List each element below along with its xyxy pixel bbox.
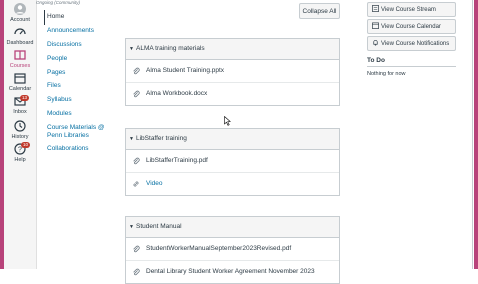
link-icon [133, 181, 139, 187]
attachment-icon [133, 157, 140, 165]
course-term: Ongoing (Community) [36, 0, 81, 5]
module-title: ALMA training materials [136, 45, 205, 52]
calendar-icon [372, 22, 379, 29]
global-nav-label: Account [10, 17, 30, 23]
view-course-calendar-button[interactable]: View Course Calendar [367, 19, 456, 34]
courses-icon [14, 50, 26, 60]
module-header[interactable]: ▼ Student Manual [126, 217, 339, 238]
account-icon [14, 3, 26, 15]
caret-down-icon: ▼ [129, 46, 134, 52]
button-label: View Course Notifications [381, 41, 450, 47]
course-nav-modules[interactable]: Modules [47, 110, 72, 117]
module-item-link[interactable]: Video [146, 173, 163, 195]
attachment-icon [133, 268, 140, 276]
global-nav-history[interactable]: History [4, 119, 36, 140]
module-libstaffer-training: ▼ LibStaffer training LibStafferTraining… [125, 128, 340, 196]
calendar-icon [14, 73, 26, 84]
module-item[interactable]: LibStafferTraining.pdf [126, 150, 339, 173]
global-nav-label: History [11, 134, 29, 140]
global-nav-dashboard[interactable]: Dashboard [4, 25, 36, 46]
course-nav-files[interactable]: Files [47, 82, 61, 89]
course-nav-people[interactable]: People [47, 55, 67, 62]
global-nav: Account Dashboard Courses Calendar 13 In… [4, 0, 37, 269]
todo-divider [367, 66, 456, 67]
module-item-title[interactable]: LibStafferTraining.pdf [146, 150, 208, 172]
button-label: View Course Calendar [381, 24, 441, 30]
module-title: LibStaffer training [136, 135, 187, 142]
help-badge: 10 [21, 142, 31, 148]
global-nav-help[interactable]: ? 10 Help [4, 142, 36, 163]
module-item-title[interactable]: Dental Library Student Worker Agreement … [146, 261, 315, 283]
global-nav-courses[interactable]: Courses [4, 48, 36, 69]
module-header[interactable]: ▼ ALMA training materials [126, 39, 339, 60]
stream-icon [372, 5, 379, 12]
global-nav-label: Help [14, 157, 26, 163]
attachment-icon [133, 67, 140, 75]
course-nav-home[interactable]: Home [47, 13, 64, 20]
button-label: View Course Stream [381, 7, 436, 13]
module-item[interactable]: Alma Student Training.pptx [126, 60, 339, 83]
scrollbar-track[interactable] [472, 0, 473, 269]
view-course-notifications-button[interactable]: View Course Notifications [367, 36, 456, 51]
course-nav-pages[interactable]: Pages [47, 69, 65, 76]
module-item[interactable]: Video [126, 173, 339, 195]
course-nav-collaborations[interactable]: Collaborations [47, 145, 89, 152]
caret-down-icon: ▼ [129, 224, 134, 230]
mouse-cursor-icon [224, 116, 231, 126]
global-nav-account[interactable]: Account [4, 2, 36, 23]
active-indicator [44, 10, 45, 25]
collapse-all-button[interactable]: Collapse All [299, 3, 340, 19]
window-edge-right [474, 0, 478, 269]
global-nav-label: Calendar [8, 86, 32, 92]
course-nav-discussions[interactable]: Discussions [47, 41, 82, 48]
attachment-icon [133, 90, 140, 98]
course-nav-course-materials[interactable]: Course Materials @ [47, 124, 105, 131]
dashboard-icon [14, 28, 26, 35]
module-item-title[interactable]: Alma Student Training.pptx [146, 60, 224, 82]
attachment-icon [133, 245, 140, 253]
caret-down-icon: ▼ [129, 136, 134, 142]
course-nav-syllabus[interactable]: Syllabus [47, 96, 72, 103]
module-student-manual: ▼ Student Manual StudentWorkerManualSept… [125, 216, 340, 284]
module-alma-training: ▼ ALMA training materials Alma Student T… [125, 38, 340, 106]
module-item-title[interactable]: Alma Workbook.docx [146, 83, 207, 105]
module-item[interactable]: Alma Workbook.docx [126, 83, 339, 105]
course-nav-announcements[interactable]: Announcements [47, 27, 94, 34]
global-nav-label: Inbox [13, 109, 27, 115]
module-item[interactable]: StudentWorkerManualSeptember2023Revised.… [126, 238, 339, 261]
todo-heading: To Do [367, 57, 385, 64]
inbox-badge: 13 [20, 95, 30, 101]
todo-empty-text: Nothing for now [367, 71, 406, 77]
module-item-title[interactable]: StudentWorkerManualSeptember2023Revised.… [146, 238, 291, 260]
global-nav-label: Dashboard [6, 40, 34, 46]
module-header[interactable]: ▼ LibStaffer training [126, 129, 339, 150]
global-nav-inbox[interactable]: 13 Inbox [4, 94, 36, 115]
module-item[interactable]: Dental Library Student Worker Agreement … [126, 261, 339, 283]
global-nav-calendar[interactable]: Calendar [4, 71, 36, 92]
bell-icon [373, 40, 378, 46]
module-title: Student Manual [136, 223, 182, 230]
history-icon [14, 120, 26, 132]
view-course-stream-button[interactable]: View Course Stream [367, 2, 456, 17]
course-nav-penn-libraries[interactable]: Penn Libraries [47, 132, 89, 139]
global-nav-label: Courses [9, 63, 31, 69]
